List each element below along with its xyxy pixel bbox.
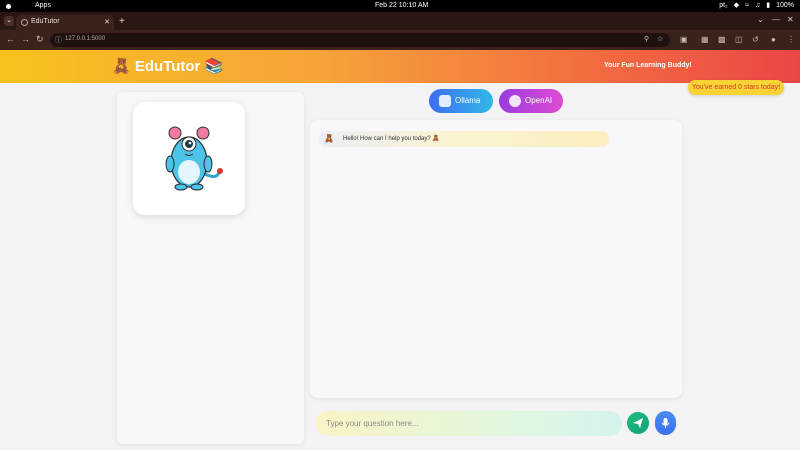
clock[interactable]: Feb 22 10:10 AM: [375, 2, 428, 9]
back-icon[interactable]: ←: [6, 34, 15, 44]
sidebar-icon[interactable]: ◫: [735, 35, 743, 44]
paper-plane-icon: [633, 418, 643, 428]
minimize-icon[interactable]: —: [772, 15, 780, 24]
bot-message-text: Hello! How can I help you today? 🧸: [343, 136, 440, 142]
globe-icon: [21, 19, 28, 26]
app-tagline: Your Fun Learning Buddy!: [604, 62, 692, 69]
teddy-bear-icon: 🧸: [324, 134, 334, 143]
forward-icon[interactable]: →: [21, 34, 30, 44]
reload-icon[interactable]: ↻: [36, 34, 44, 45]
wifi-icon: ≈: [745, 1, 749, 9]
puzzle-icon[interactable]: ▩: [718, 35, 726, 44]
profile-icon[interactable]: ●: [771, 35, 776, 44]
microphone-button[interactable]: [655, 411, 676, 435]
ollama-model-button[interactable]: Ollama: [429, 89, 493, 113]
openai-label: OpenAI: [525, 96, 553, 105]
browser-tab-title: EduTutor: [31, 18, 60, 25]
close-tab-icon[interactable]: ✕: [104, 18, 110, 26]
menu-icon[interactable]: ⋮: [787, 35, 795, 44]
os-top-bar: Apps Feb 22 10:10 AM pt₂ ◆ ≈ ♫ ▮ 100%: [0, 0, 800, 12]
system-tray[interactable]: pt₂ ◆ ≈ ♫ ▮ 100%: [719, 1, 794, 10]
avatar-panel: [117, 92, 304, 444]
monster-mascot-icon: [165, 126, 223, 191]
activities-icon[interactable]: [6, 4, 11, 9]
new-tab-button[interactable]: +: [119, 16, 125, 27]
bookmark-star-icon[interactable]: ☆: [657, 35, 663, 43]
battery-level: 100%: [776, 1, 794, 9]
history-icon[interactable]: ↺: [752, 35, 759, 44]
send-button[interactable]: [627, 412, 649, 434]
extensions-icon[interactable]: ▣: [680, 35, 688, 44]
robot-icon: [439, 95, 451, 107]
avatar-card: [133, 102, 245, 215]
question-input-wrapper: [316, 411, 622, 436]
browser-toolbar: ← → ↻ ⓘ 127.0.0.1:5000 ⚲ ☆ ▣ ▦ ▩ ◫ ↺ ● ⋮: [0, 30, 800, 50]
volume-icon: ♫: [754, 1, 761, 9]
microphone-icon: [661, 418, 670, 428]
chevron-down-icon[interactable]: ⌄: [757, 15, 764, 24]
close-window-icon[interactable]: ✕: [787, 15, 794, 24]
network-icon: ◆: [733, 2, 740, 9]
site-info-icon[interactable]: ⓘ: [55, 35, 62, 45]
browser-tab-strip: ⌄ EduTutor ✕ + ⌄ — ✕: [0, 12, 800, 30]
apps-menu[interactable]: Apps: [35, 2, 51, 9]
tab-search-icon[interactable]: ⌄: [4, 16, 14, 26]
app-brand: 🧸 EduTutor 📚: [112, 58, 224, 75]
app-header: 🧸 EduTutor 📚 Your Fun Learning Buddy!: [0, 50, 800, 83]
openai-model-button[interactable]: OpenAI: [499, 89, 563, 113]
keyboard-layout[interactable]: pt₂: [719, 2, 728, 9]
question-input[interactable]: [326, 417, 606, 430]
chat-window[interactable]: 🧸 Hello! How can I help you today? 🧸: [310, 120, 682, 398]
brain-icon: [509, 95, 521, 107]
stars-earned-badge: You've earned 0 stars today!: [688, 80, 784, 95]
ollama-label: Ollama: [455, 96, 481, 105]
bot-message: 🧸 Hello! How can I help you today? 🧸: [319, 131, 609, 147]
zoom-icon[interactable]: ⚲: [644, 35, 649, 43]
translate-icon[interactable]: ▦: [701, 35, 709, 44]
address-bar[interactable]: ⓘ 127.0.0.1:5000 ⚲ ☆: [50, 33, 670, 47]
url-text[interactable]: 127.0.0.1:5000: [65, 36, 105, 42]
battery-icon: ▮: [766, 2, 771, 9]
browser-tab[interactable]: EduTutor ✕: [16, 15, 114, 30]
